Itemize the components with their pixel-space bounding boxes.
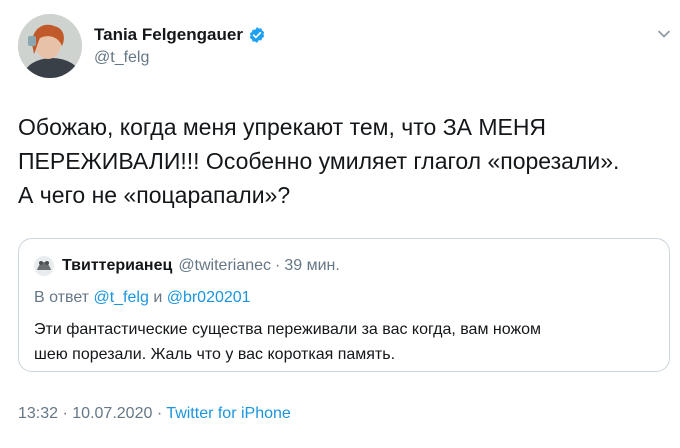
reply-user-link[interactable]: @t_felg <box>93 289 148 306</box>
quoted-author-handle[interactable]: @twiterianec <box>178 257 271 275</box>
reply-context: В ответ @t_felg и @br020201 <box>34 289 251 307</box>
tweet-line: Обожаю, когда меня упрекают тем, что ЗА … <box>18 114 547 140</box>
quoted-time[interactable]: 39 мин. <box>284 257 339 275</box>
tweet-line: А чего не «поцарапали»? <box>18 182 291 208</box>
tweet-text: Обожаю, когда меня упрекают тем, что ЗА … <box>18 110 668 212</box>
separator-dot: · <box>62 405 68 422</box>
quoted-line: Эти фантастические существа переживали з… <box>34 321 542 338</box>
author-handle[interactable]: @t_felg <box>94 49 266 67</box>
quoted-line: шею порезали. Жаль что у вас короткая па… <box>34 346 396 363</box>
tweet-date[interactable]: 10.07.2020 <box>72 405 152 422</box>
tweet-time[interactable]: 13:32 <box>18 405 58 422</box>
tweet-footer: 13:32 · 10.07.2020 · Twitter for iPhone <box>18 405 291 423</box>
verified-badge-icon <box>248 26 266 44</box>
quoted-tweet-text: Эти фантастические существа переживали з… <box>34 317 654 367</box>
quoted-tweet-header: Твиттерианец @twiterianec · 39 мин. <box>34 256 340 276</box>
author-block: Tania Felgengauer @t_felg <box>94 24 266 67</box>
avatar[interactable] <box>18 14 82 78</box>
reply-and: и <box>153 289 163 306</box>
reply-prefix: В ответ <box>34 289 90 306</box>
quoted-avatar <box>34 256 54 276</box>
quoted-author-name[interactable]: Твиттерианец <box>62 257 172 275</box>
quoted-tweet-card[interactable]: Твиттерианец @twiterianec · 39 мин. В от… <box>18 238 670 372</box>
tweet-source-link[interactable]: Twitter for iPhone <box>166 405 291 422</box>
tweet-line: ПЕРЕЖИВАЛИ!!! Особенно умиляет глагол «п… <box>18 148 620 174</box>
author-name[interactable]: Tania Felgengauer <box>94 25 243 45</box>
separator-dot: · <box>156 405 163 422</box>
separator-dot: · <box>275 257 281 274</box>
reply-user-link[interactable]: @br020201 <box>167 289 251 306</box>
chevron-down-icon[interactable] <box>656 26 672 42</box>
